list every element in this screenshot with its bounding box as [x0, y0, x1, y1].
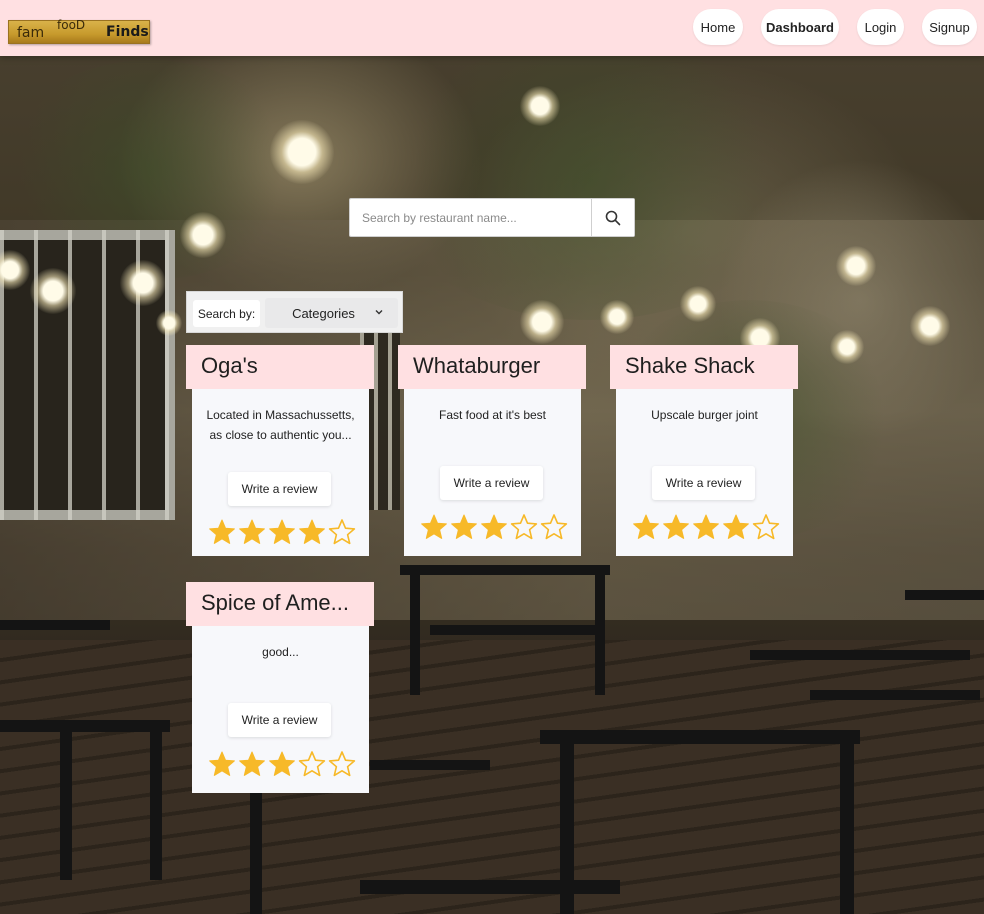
restaurant-card: Shake Shack Upscale burger joint Write a…	[610, 345, 798, 556]
star-filled-icon[interactable]	[207, 749, 237, 779]
star-filled-icon[interactable]	[267, 517, 297, 547]
logo-text-fam: fam	[17, 25, 45, 41]
star-empty-icon[interactable]	[751, 512, 781, 542]
logo-text-food: fooD	[57, 18, 86, 32]
star-empty-icon[interactable]	[327, 749, 357, 779]
restaurant-card: Whataburger Fast food at it's best Write…	[398, 345, 586, 556]
star-filled-icon[interactable]	[479, 512, 509, 542]
categories-dropdown[interactable]: Categories	[265, 298, 398, 328]
write-review-button[interactable]: Write a review	[228, 472, 331, 506]
star-filled-icon[interactable]	[267, 749, 297, 779]
star-filled-icon[interactable]	[449, 512, 479, 542]
restaurant-description: good...	[262, 645, 299, 659]
restaurant-description: Upscale burger joint	[651, 408, 758, 422]
star-empty-icon[interactable]	[297, 749, 327, 779]
star-filled-icon[interactable]	[419, 512, 449, 542]
categories-selected: Categories	[292, 305, 355, 321]
star-filled-icon[interactable]	[661, 512, 691, 542]
nav-home-button[interactable]: Home	[693, 9, 743, 45]
nav-login-button[interactable]: Login	[857, 9, 904, 45]
star-rating[interactable]	[207, 749, 357, 779]
write-review-button[interactable]: Write a review	[440, 466, 543, 500]
search-bar	[349, 198, 635, 237]
search-input[interactable]	[350, 199, 591, 236]
nav-signup-button[interactable]: Signup	[922, 9, 977, 45]
search-icon	[605, 210, 621, 225]
chevron-down-icon	[375, 310, 383, 315]
star-empty-icon[interactable]	[509, 512, 539, 542]
logo-text-finds: Finds	[106, 24, 149, 40]
write-review-button[interactable]: Write a review	[652, 466, 755, 500]
restaurant-card: Oga's Located in Massachussetts, as clos…	[186, 345, 374, 556]
star-empty-icon[interactable]	[539, 512, 569, 542]
restaurant-name[interactable]: Shake Shack	[610, 345, 798, 389]
restaurant-name[interactable]: Whataburger	[398, 345, 586, 389]
filter-bar: Search by: Categories	[186, 291, 403, 333]
star-filled-icon[interactable]	[237, 749, 267, 779]
star-filled-icon[interactable]	[631, 512, 661, 542]
brand-logo[interactable]: fam fooD Finds	[8, 18, 150, 44]
restaurant-name[interactable]: Oga's	[186, 345, 374, 389]
restaurant-description: Located in Massachussetts, as close to a…	[206, 408, 355, 442]
restaurant-name[interactable]: Spice of Ame...	[186, 582, 374, 626]
star-filled-icon[interactable]	[297, 517, 327, 547]
nav-dashboard-button[interactable]: Dashboard	[761, 9, 839, 45]
star-filled-icon[interactable]	[721, 512, 751, 542]
search-button[interactable]	[591, 199, 634, 236]
restaurant-description: Fast food at it's best	[438, 408, 546, 422]
star-rating[interactable]	[631, 512, 781, 542]
star-rating[interactable]	[419, 512, 569, 542]
star-filled-icon[interactable]	[207, 517, 237, 547]
star-rating[interactable]	[207, 517, 357, 547]
star-empty-icon[interactable]	[327, 517, 357, 547]
star-filled-icon[interactable]	[691, 512, 721, 542]
write-review-button[interactable]: Write a review	[228, 703, 331, 737]
restaurant-card: Spice of Ame... good... Write a review	[186, 582, 374, 793]
navbar: fam fooD Finds Home Dashboard Login Sign…	[0, 0, 984, 56]
star-filled-icon[interactable]	[237, 517, 267, 547]
search-by-label: Search by:	[193, 300, 260, 327]
